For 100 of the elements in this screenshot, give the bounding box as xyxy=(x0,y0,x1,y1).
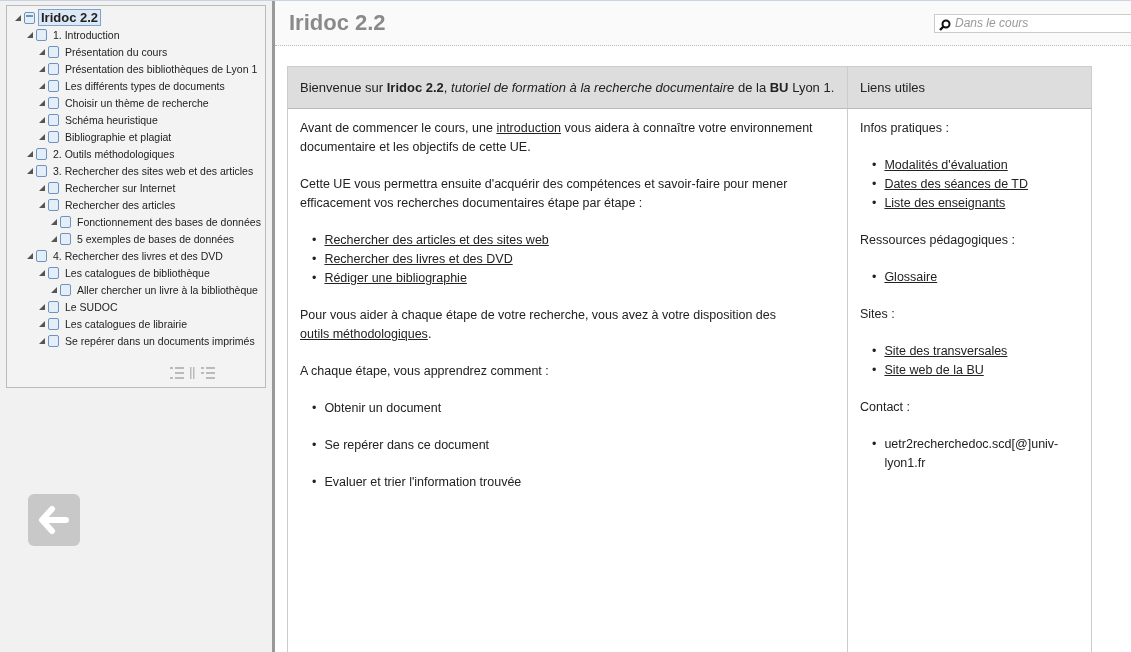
page-title: Iridoc 2.2 xyxy=(289,10,386,36)
text-link[interactable]: Site des transversales xyxy=(884,342,1008,361)
expand-triangle-icon[interactable] xyxy=(27,167,33,174)
bullet: • xyxy=(872,195,877,212)
expand-triangle-icon[interactable] xyxy=(39,320,45,327)
tree-item[interactable]: Schéma heuristique xyxy=(62,112,161,127)
bullet: • xyxy=(312,232,317,249)
bullet: • xyxy=(872,157,877,174)
expand-triangle-icon[interactable] xyxy=(39,133,45,140)
tree-item[interactable]: Se repérer dans un documents imprimés xyxy=(62,333,258,348)
paragraph: Pour vous aider à chaque étape de votre recherche, vous avez à votre disposition des outils méthodologiques. xyxy=(300,307,777,343)
back-arrow-icon xyxy=(38,505,70,535)
page-icon xyxy=(36,164,47,177)
page-icon xyxy=(48,96,59,109)
tree-item[interactable]: Rechercher des articles xyxy=(62,197,179,212)
expand-triangle-icon[interactable] xyxy=(39,116,45,123)
page-icon xyxy=(48,181,59,194)
expand-triangle-icon[interactable] xyxy=(39,303,45,310)
text-link[interactable]: outils méthodologiques xyxy=(300,327,428,341)
page-icon xyxy=(60,232,71,245)
text-link[interactable]: Dates des séances de TD xyxy=(884,175,1028,194)
bullet: • xyxy=(312,400,317,417)
expand-triangle-icon[interactable] xyxy=(39,65,45,72)
list-item-text: Evaluer et trier l'information trouvée xyxy=(324,474,522,491)
page-icon xyxy=(48,300,59,313)
bullet: • xyxy=(872,343,877,360)
page-icon xyxy=(36,28,47,41)
search-field[interactable]: Dans le cours xyxy=(934,13,1131,33)
text-link[interactable]: Glossaire xyxy=(884,268,938,287)
bullet: • xyxy=(872,176,877,193)
tree-item[interactable]: Présentation des bibliothèques de Lyon 1 xyxy=(62,61,261,76)
text-link[interactable]: Modalités d'évaluation xyxy=(884,156,1008,175)
tree-item[interactable]: Les différents types de documents xyxy=(62,78,228,93)
expand-triangle-icon[interactable] xyxy=(15,14,21,21)
expand-triangle-icon[interactable] xyxy=(39,269,45,276)
tree-item[interactable]: Les catalogues de bibliothèque xyxy=(62,265,213,280)
book-icon xyxy=(24,11,35,24)
page-icon xyxy=(48,62,59,75)
section-label: Contact : xyxy=(860,399,912,416)
expand-triangle-icon[interactable] xyxy=(51,218,57,225)
expand-triangle-icon[interactable] xyxy=(27,150,33,157)
tree-item[interactable]: Choisir un thème de recherche xyxy=(62,95,212,110)
page-icon xyxy=(48,79,59,92)
expand-triangle-icon[interactable] xyxy=(39,201,45,208)
page-icon xyxy=(48,198,59,211)
divider-icon xyxy=(190,367,195,379)
list-item-text: uetr2recherchedoc.scd[@]univ-lyon1.fr xyxy=(884,436,1060,472)
paragraph: A chaque étape, vous apprendrez comment : xyxy=(300,363,550,380)
expand-triangle-icon[interactable] xyxy=(27,31,33,38)
tree-item[interactable]: Le SUDOC xyxy=(62,299,121,314)
expand-triangle-icon[interactable] xyxy=(39,337,45,344)
paragraph: Cette UE vous permettra ensuite d'acquérir des compétences et savoir-faire pour mener efficacement vos recherches documentaires étape par étape : xyxy=(300,176,789,212)
page-icon xyxy=(36,147,47,160)
page-icon xyxy=(60,283,71,296)
bullet: • xyxy=(312,270,317,287)
section-label: Ressources pédagogiques : xyxy=(860,232,1016,249)
text-link[interactable]: Rechercher des articles et des sites web xyxy=(324,231,549,250)
tree-item[interactable]: Présentation du cours xyxy=(62,44,171,59)
text-link[interactable]: Liste des enseignants xyxy=(884,194,1006,213)
tree-item[interactable]: Aller chercher un livre à la bibliothèque xyxy=(74,282,261,297)
expand-triangle-icon[interactable] xyxy=(39,184,45,191)
section-label: Sites : xyxy=(860,306,896,323)
page-icon xyxy=(48,266,59,279)
column-title: Liens utiles xyxy=(860,80,926,95)
expand-triangle-icon[interactable] xyxy=(27,252,33,259)
tree-item[interactable]: Iridoc 2.2 xyxy=(38,9,102,26)
page-icon xyxy=(60,215,71,228)
bullet: • xyxy=(312,474,317,491)
page-icon xyxy=(36,249,47,262)
tree-item[interactable]: Les catalogues de librairie xyxy=(62,316,190,331)
tree-item[interactable]: 3. Rechercher des sites web et des articles xyxy=(50,163,257,178)
tree-item[interactable]: 5 exemples de bases de données xyxy=(74,231,238,246)
list-item-text: Se repérer dans ce document xyxy=(324,437,490,454)
text-link[interactable]: Site web de la BU xyxy=(884,361,984,380)
expand-triangle-icon[interactable] xyxy=(39,48,45,55)
page-icon xyxy=(48,334,59,347)
expand-triangle-icon[interactable] xyxy=(51,286,57,293)
bullet: • xyxy=(872,269,877,286)
bullet: • xyxy=(312,437,317,454)
tree-item[interactable]: Fonctionnement des bases de données xyxy=(74,214,264,229)
expand-triangle-icon[interactable] xyxy=(39,82,45,89)
welcome-heading: Bienvenue sur Iridoc 2.2, tutoriel de formation à la recherche documentaire de la BU Lyon 1. xyxy=(300,80,835,95)
tree-item[interactable]: 1. Introduction xyxy=(50,27,123,42)
expand-triangle-icon[interactable] xyxy=(39,99,45,106)
expand-triangle-icon[interactable] xyxy=(51,235,57,242)
page-icon xyxy=(48,45,59,58)
page-icon xyxy=(48,130,59,143)
tree-item[interactable]: 2. Outils méthodologiques xyxy=(50,146,178,161)
text-link[interactable]: introduction xyxy=(496,121,562,135)
paragraph: Avant de commencer le cours, une introduction vous aidera à connaître votre environnement documentaire et les objectifs de cette UE. xyxy=(300,120,814,156)
page-icon xyxy=(48,113,59,126)
tree-item[interactable]: Bibliographie et plagiat xyxy=(62,129,175,144)
tree-item[interactable]: 4. Rechercher des livres et des DVD xyxy=(50,248,226,263)
text-link[interactable]: Rédiger une bibliographie xyxy=(324,269,467,288)
text-link[interactable]: Rechercher des livres et des DVD xyxy=(324,250,513,269)
bullet: • xyxy=(872,436,877,453)
page-icon xyxy=(48,317,59,330)
section-label: Infos pratiques : xyxy=(860,120,950,137)
tree-item[interactable]: Rechercher sur Internet xyxy=(62,180,179,195)
bullet: • xyxy=(312,251,317,268)
